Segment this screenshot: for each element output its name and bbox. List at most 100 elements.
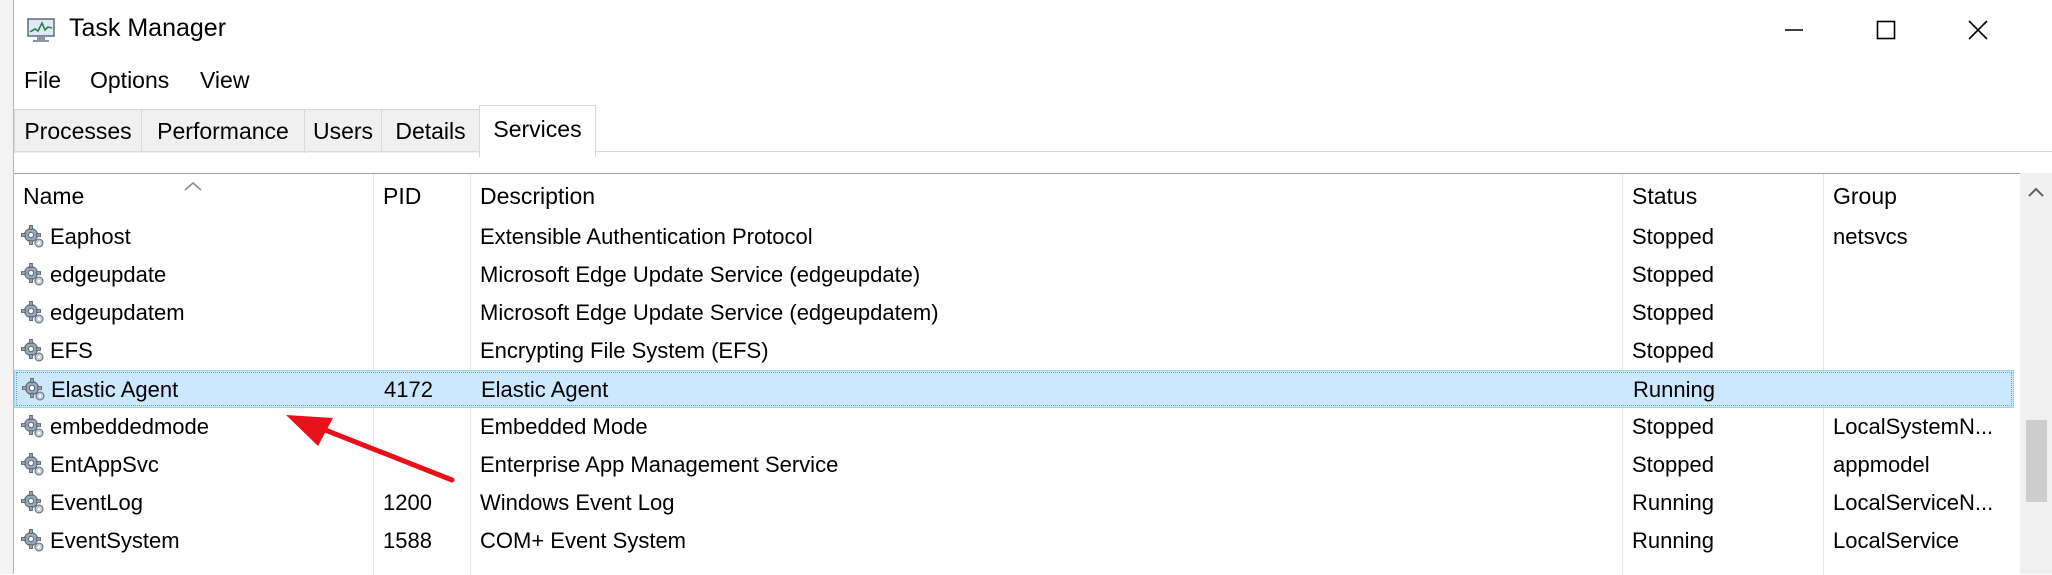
menu-bar: File Options View bbox=[14, 62, 2052, 100]
service-pid: 1588 bbox=[383, 528, 432, 553]
service-description: COM+ Event System bbox=[480, 528, 687, 553]
tab-details[interactable]: Details bbox=[381, 109, 480, 153]
service-pid: 4172 bbox=[384, 377, 433, 402]
service-gear-icon bbox=[21, 301, 45, 325]
column-header-label: Group bbox=[1833, 182, 1897, 209]
service-group: LocalService bbox=[1833, 528, 1959, 553]
close-icon bbox=[1967, 19, 1989, 41]
column-header-pid[interactable]: PID bbox=[374, 174, 471, 218]
service-pid bbox=[383, 256, 469, 294]
table-row[interactable]: EventSystem 1588 COM+ Event System Running L… bbox=[14, 522, 2014, 560]
column-header-label: Description bbox=[480, 182, 596, 209]
task-manager-icon bbox=[26, 17, 56, 43]
service-status: Running bbox=[1632, 528, 1714, 553]
service-status: Stopped bbox=[1632, 414, 1714, 439]
service-gear-icon bbox=[21, 415, 45, 439]
column-header-label: Name bbox=[23, 182, 85, 209]
service-status: Stopped bbox=[1632, 262, 1714, 287]
service-gear-icon bbox=[21, 529, 45, 553]
service-status: Stopped bbox=[1632, 300, 1714, 325]
column-header-status[interactable]: Status bbox=[1623, 174, 1824, 218]
tab-processes[interactable]: Processes bbox=[14, 109, 142, 153]
maximize-button[interactable] bbox=[1840, 0, 1932, 60]
tab-services[interactable]: Services bbox=[479, 105, 596, 157]
service-gear-icon bbox=[21, 491, 45, 515]
service-group: LocalSystemN... bbox=[1833, 414, 1994, 439]
service-description: Embedded Mode bbox=[480, 414, 648, 439]
sort-ascending-icon bbox=[184, 178, 202, 196]
table-row[interactable]: EFS Encrypting File System (EFS) Stopped bbox=[14, 332, 2014, 370]
tab-label: Performance bbox=[157, 118, 289, 144]
service-description: Extensible Authentication Protocol bbox=[480, 224, 813, 249]
service-name: edgeupdate bbox=[50, 262, 167, 287]
service-status: Stopped bbox=[1632, 224, 1714, 249]
tab-label: Processes bbox=[24, 118, 132, 144]
table-row[interactable]: edgeupdatem Microsoft Edge Update Service… bbox=[14, 294, 2014, 332]
table-row[interactable]: EntAppSvc Enterprise App Management Servi… bbox=[14, 446, 2014, 484]
tab-label: Users bbox=[312, 118, 374, 144]
service-pid bbox=[383, 218, 469, 256]
menu-options[interactable]: Options bbox=[90, 67, 169, 94]
service-description: Encrypting File System (EFS) bbox=[480, 338, 769, 363]
column-header-description[interactable]: Description bbox=[471, 174, 1623, 218]
tab-users[interactable]: Users bbox=[304, 109, 382, 153]
task-manager-window: Task Manager File Options View Processes… bbox=[14, 0, 2052, 575]
background-window-edge bbox=[0, 0, 14, 574]
service-status: Running bbox=[1632, 490, 1714, 515]
maximize-icon bbox=[1876, 20, 1896, 40]
service-description: Enterprise App Management Service bbox=[480, 452, 839, 477]
vertical-scrollbar[interactable] bbox=[2020, 173, 2052, 574]
scroll-thumb[interactable] bbox=[2026, 420, 2047, 502]
menu-view[interactable]: View bbox=[200, 67, 249, 94]
tab-divider bbox=[14, 151, 2052, 152]
table-row[interactable]: EventLog 1200 Windows Event Log Running Loca… bbox=[14, 484, 2014, 522]
service-pid: 1200 bbox=[383, 490, 432, 515]
chevron-up-icon bbox=[2027, 185, 2045, 207]
service-group: appmodel bbox=[1833, 452, 1930, 477]
tab-performance[interactable]: Performance bbox=[141, 109, 305, 153]
service-gear-icon bbox=[21, 263, 45, 287]
column-header-row: Name PID Description Status Group bbox=[14, 174, 2014, 218]
service-pid bbox=[383, 332, 469, 370]
table-row[interactable]: edgeupdate Microsoft Edge Update Service … bbox=[14, 256, 2014, 294]
services-list: Name PID Description Status Group Eaphos… bbox=[14, 173, 2052, 575]
column-header-label: Status bbox=[1632, 182, 1698, 209]
menu-file[interactable]: File bbox=[24, 67, 61, 94]
service-description: Windows Event Log bbox=[480, 490, 675, 515]
service-gear-icon bbox=[21, 225, 45, 249]
service-description: Microsoft Edge Update Service (edgeupdat… bbox=[480, 300, 939, 325]
service-name: Eaphost bbox=[50, 224, 131, 249]
table-row[interactable]: Eaphost Extensible Authentication Protoco… bbox=[14, 218, 2014, 256]
table-row[interactable]: Elastic Agent 4172 Elastic Agent Running bbox=[14, 370, 2014, 408]
tab-strip: Processes Performance Users Details Serv… bbox=[14, 105, 2052, 157]
service-pid bbox=[383, 446, 469, 484]
close-button[interactable] bbox=[1932, 0, 2024, 60]
service-name: EventLog bbox=[50, 490, 143, 515]
service-name: EventSystem bbox=[50, 528, 180, 553]
minimize-button[interactable] bbox=[1748, 0, 1840, 60]
service-group bbox=[1833, 332, 2013, 370]
service-gear-icon bbox=[21, 339, 45, 363]
service-status: Stopped bbox=[1632, 338, 1714, 363]
service-description: Elastic Agent bbox=[481, 377, 609, 402]
scroll-up-button[interactable] bbox=[2020, 185, 2052, 207]
window-title: Task Manager bbox=[69, 14, 227, 42]
service-gear-icon bbox=[21, 453, 45, 477]
service-description: Microsoft Edge Update Service (edgeupdat… bbox=[480, 262, 921, 287]
column-header-label: PID bbox=[383, 182, 422, 209]
column-header-group[interactable]: Group bbox=[1824, 174, 2014, 218]
service-name: EFS bbox=[50, 338, 93, 363]
service-group: LocalServiceN... bbox=[1833, 490, 1994, 515]
service-name: edgeupdatem bbox=[50, 300, 185, 325]
service-status: Stopped bbox=[1632, 452, 1714, 477]
table-row[interactable]: embeddedmode Embedded Mode Stopped LocalSys… bbox=[14, 408, 2014, 446]
service-pid bbox=[383, 408, 469, 446]
service-group bbox=[1833, 294, 2013, 332]
service-name: Elastic Agent bbox=[51, 377, 179, 402]
service-status: Running bbox=[1633, 377, 1715, 402]
service-group bbox=[1834, 371, 2014, 409]
service-gear-icon bbox=[22, 378, 46, 402]
service-name: embeddedmode bbox=[50, 414, 210, 439]
minimize-icon bbox=[1784, 20, 1804, 40]
title-bar[interactable]: Task Manager bbox=[14, 0, 2052, 60]
